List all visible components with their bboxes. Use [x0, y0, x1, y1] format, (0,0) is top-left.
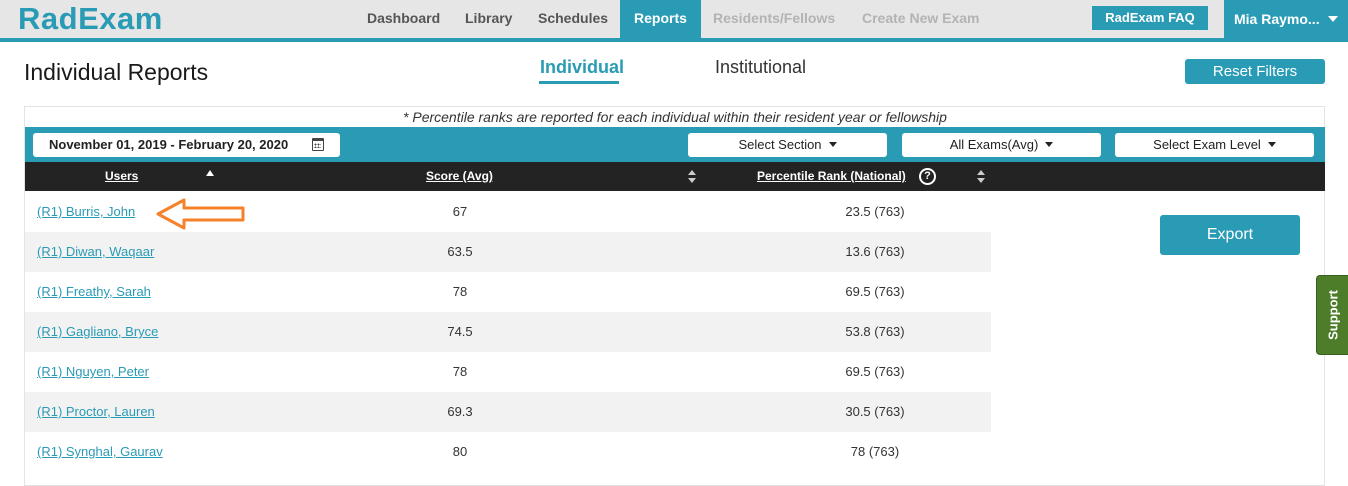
user-menu[interactable]: Mia Raymo... — [1224, 0, 1348, 38]
rank-cell: 30.5 (763) — [845, 404, 905, 419]
section-select[interactable]: Select Section — [688, 133, 887, 157]
date-range-value: November 01, 2019 - February 20, 2020 — [49, 137, 289, 152]
user-name: Mia Raymo... — [1234, 11, 1320, 27]
tab-individual[interactable]: Individual — [540, 57, 624, 78]
user-link[interactable]: (R1) Burris, John — [37, 192, 135, 232]
nav-residents-fellows[interactable]: Residents/Fellows — [713, 0, 835, 38]
radexam-faq-button[interactable]: RadExam FAQ — [1092, 6, 1208, 30]
exams-select[interactable]: All Exams(Avg) — [902, 133, 1101, 157]
rank-cell: 69.5 (763) — [845, 284, 905, 299]
rank-cell: 78 (763) — [850, 444, 900, 459]
column-header-users[interactable]: Users — [105, 162, 138, 191]
navbar-accent-line — [0, 38, 1348, 42]
user-link[interactable]: (R1) Gagliano, Bryce — [37, 312, 158, 352]
user-link[interactable]: (R1) Freathy, Sarah — [37, 272, 151, 312]
table-row: (R1) Freathy, Sarah 78 69.5 (763) — [25, 272, 991, 312]
score-cell: 74.5 — [447, 324, 473, 339]
column-header-percentile-rank[interactable]: Percentile Rank (National) — [757, 162, 906, 191]
score-cell: 78 — [452, 284, 468, 299]
caret-down-icon — [1045, 142, 1054, 147]
page-title: Individual Reports — [24, 59, 209, 85]
user-link[interactable]: (R1) Diwan, Waqaar — [37, 232, 154, 272]
table-row: (R1) Proctor, Lauren 69.3 30.5 (763) — [25, 392, 991, 432]
user-link[interactable]: (R1) Synghal, Gaurav — [37, 432, 163, 472]
caret-down-icon — [828, 142, 837, 147]
score-cell: 63.5 — [447, 244, 473, 259]
rank-cell: 13.6 (763) — [845, 244, 905, 259]
score-cell: 80 — [452, 444, 468, 459]
nav-library[interactable]: Library — [465, 0, 512, 38]
nav-schedules[interactable]: Schedules — [538, 0, 608, 38]
score-cell: 69.3 — [447, 404, 473, 419]
sort-icon[interactable] — [977, 170, 985, 184]
table-row: (R1) Diwan, Waqaar 63.5 13.6 (763) — [25, 232, 991, 272]
export-button[interactable]: Export — [1160, 215, 1300, 255]
arrow-left-outline-icon — [156, 198, 245, 230]
nav-dashboard[interactable]: Dashboard — [367, 0, 440, 38]
percentile-note: * Percentile ranks are reported for each… — [403, 109, 947, 125]
active-tab-underline — [539, 81, 619, 84]
chevron-down-icon — [1328, 16, 1338, 22]
radexam-logo[interactable]: RadExam — [18, 1, 163, 37]
support-label: Support — [1325, 290, 1340, 340]
rank-cell: 69.5 (763) — [845, 364, 905, 379]
help-icon[interactable]: ? — [919, 168, 936, 185]
caret-down-icon — [1267, 142, 1276, 147]
nav-create-new-exam[interactable]: Create New Exam — [862, 0, 980, 38]
sort-ascending-icon[interactable] — [206, 170, 214, 176]
table-header — [25, 162, 1325, 191]
support-tab[interactable]: Support — [1316, 275, 1348, 355]
exam-level-select-value: Select Exam Level — [1153, 137, 1261, 152]
user-link[interactable]: (R1) Proctor, Lauren — [37, 392, 155, 432]
sort-icon[interactable] — [688, 170, 696, 184]
section-select-value: Select Section — [738, 137, 822, 152]
user-link[interactable]: (R1) Nguyen, Peter — [37, 352, 149, 392]
column-header-score[interactable]: Score (Avg) — [426, 162, 493, 191]
nav-reports[interactable]: Reports — [620, 0, 701, 38]
date-range-picker[interactable]: November 01, 2019 - February 20, 2020 — [33, 133, 340, 157]
tab-institutional[interactable]: Institutional — [715, 57, 806, 78]
reset-filters-button[interactable]: Reset Filters — [1185, 59, 1325, 84]
table-row: (R1) Gagliano, Bryce 74.5 53.8 (763) — [25, 312, 991, 352]
rank-cell: 23.5 (763) — [845, 204, 905, 219]
exam-level-select[interactable]: Select Exam Level — [1115, 133, 1314, 157]
rank-cell: 53.8 (763) — [845, 324, 905, 339]
table-row: (R1) Nguyen, Peter 78 69.5 (763) — [25, 352, 991, 392]
score-cell: 67 — [452, 204, 468, 219]
table-row: (R1) Synghal, Gaurav 80 78 (763) — [25, 432, 991, 472]
score-cell: 78 — [452, 364, 468, 379]
exams-select-value: All Exams(Avg) — [949, 137, 1039, 152]
calendar-icon — [312, 138, 324, 151]
